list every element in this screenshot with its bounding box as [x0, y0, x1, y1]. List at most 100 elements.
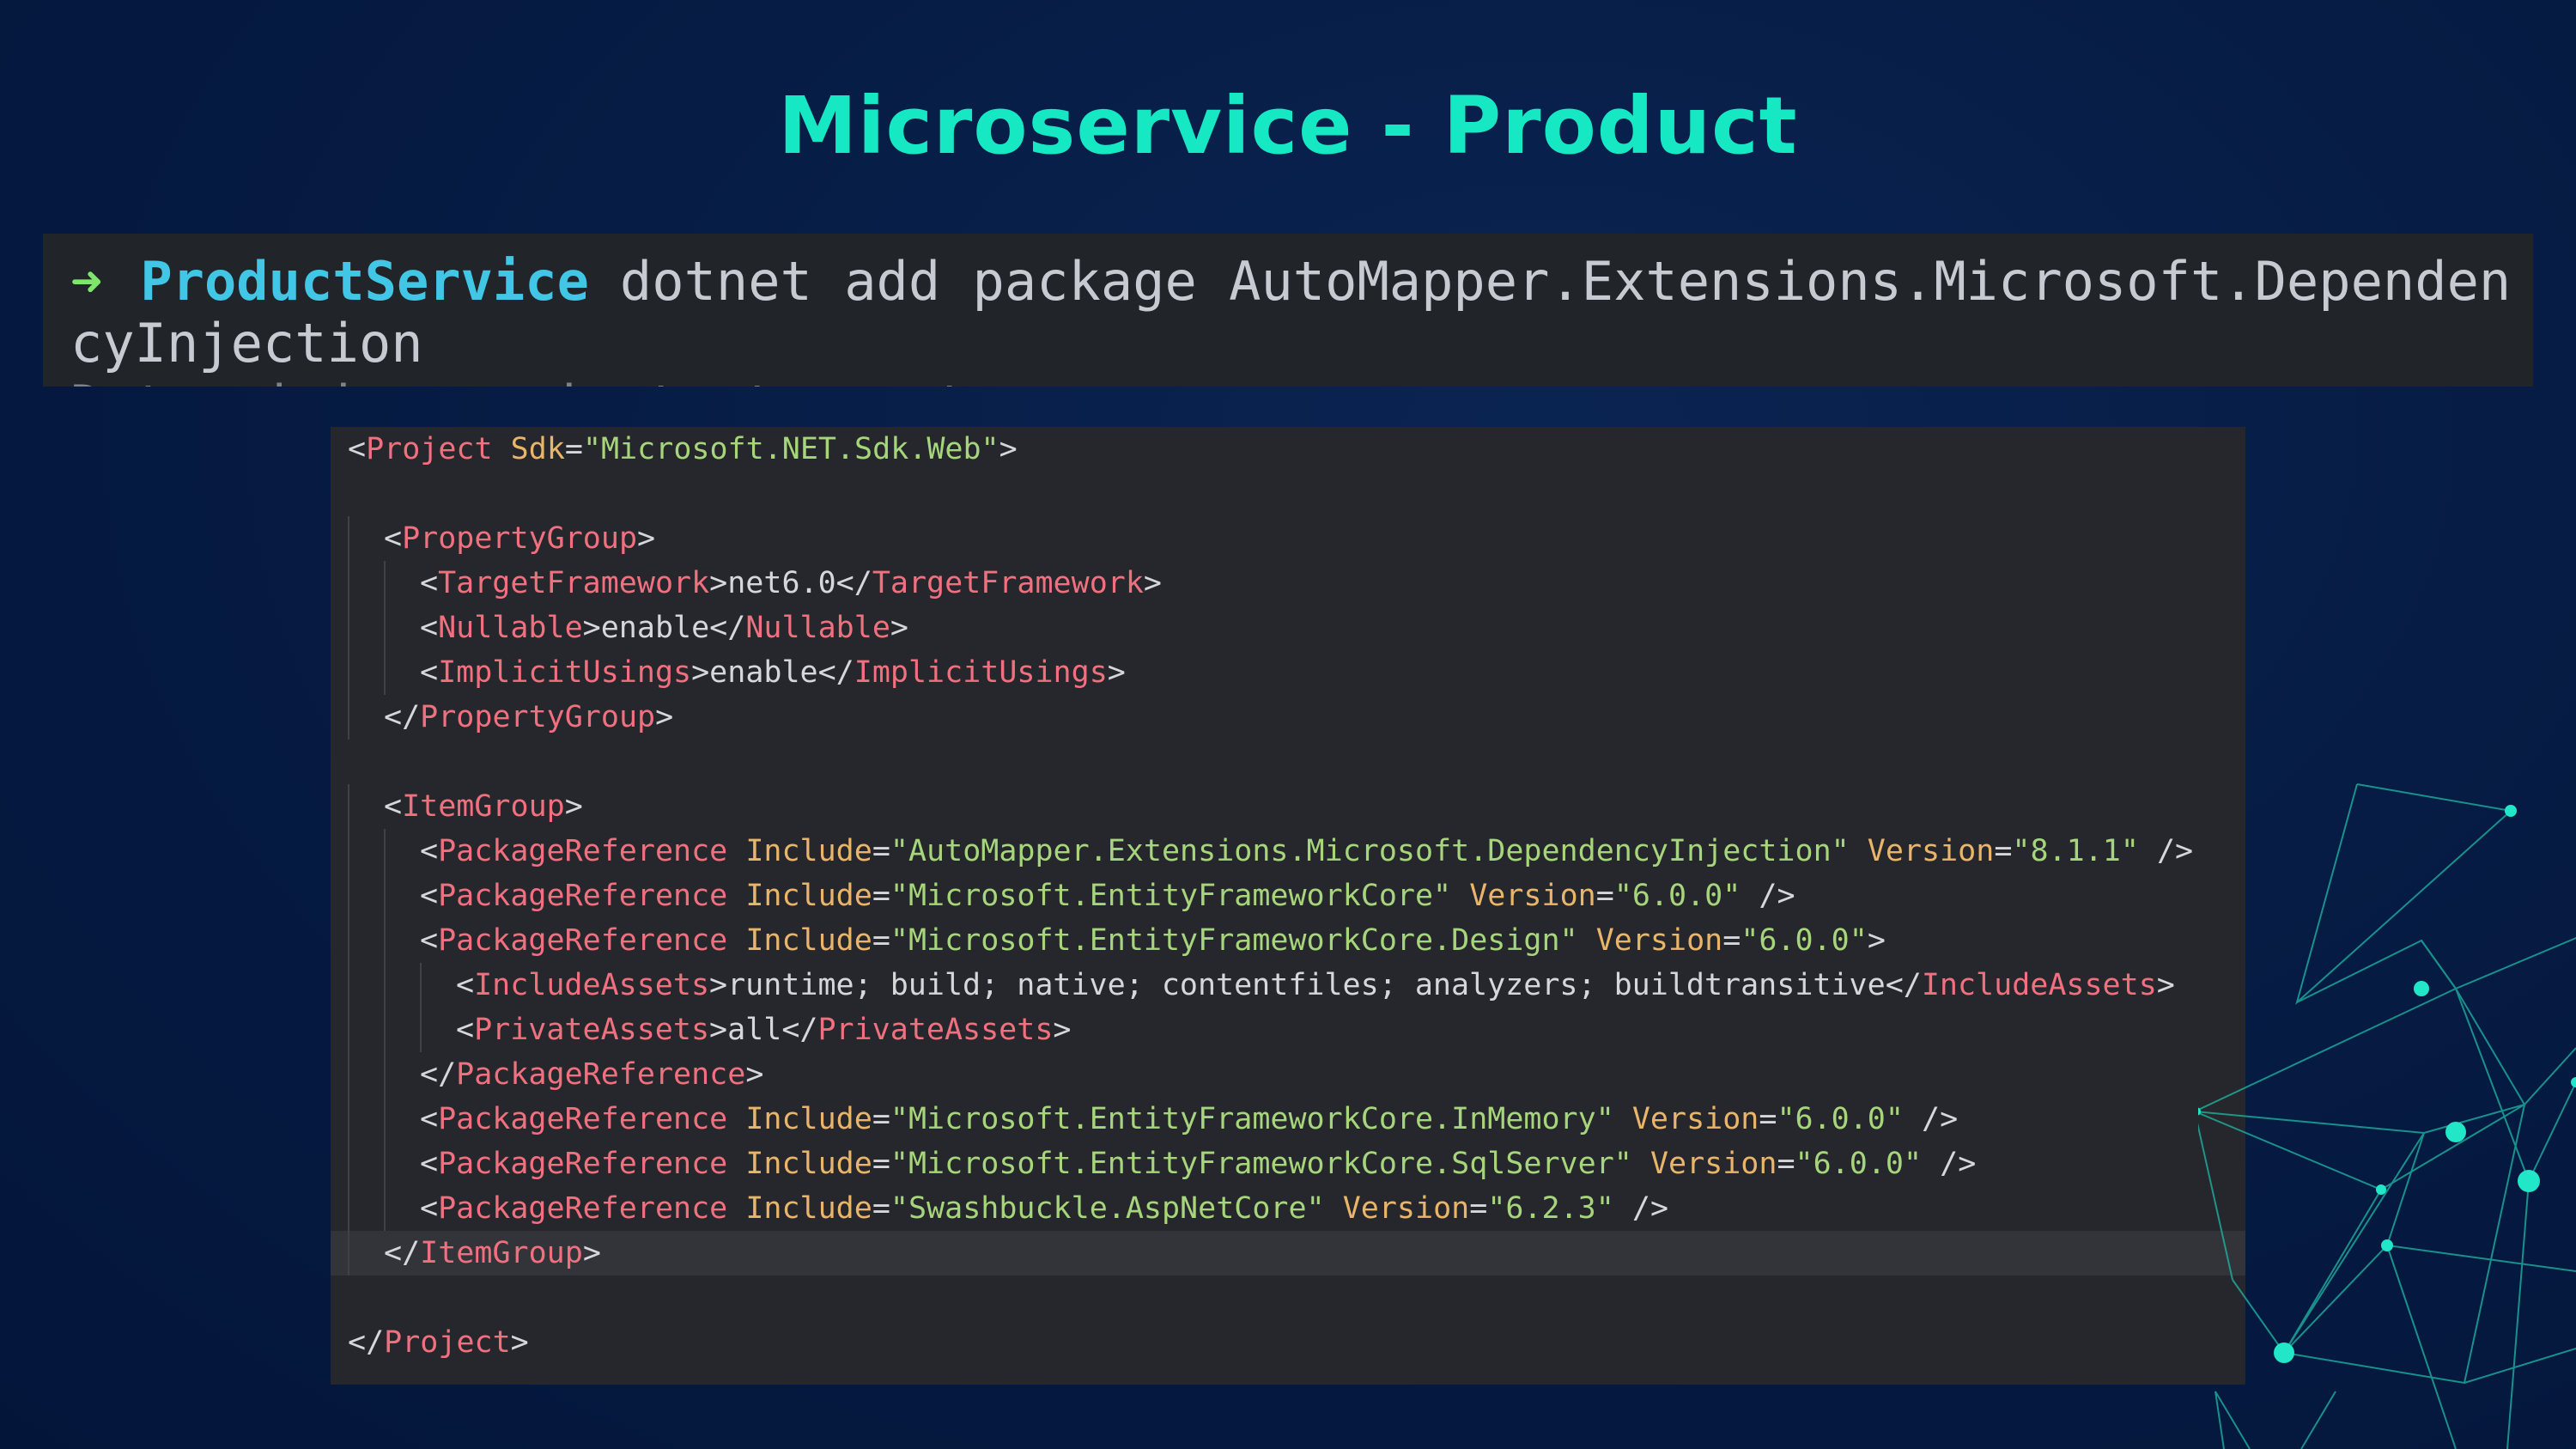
code-token-punc: </	[835, 566, 872, 600]
code-line: </Project>	[331, 1320, 2245, 1365]
code-token-punc: </	[384, 1236, 421, 1270]
code-token-punc: </	[348, 1325, 385, 1360]
code-token-punc: =	[1722, 923, 1741, 958]
code-token-punc: <	[420, 879, 439, 913]
code-token-tag: PackageReference	[438, 879, 728, 913]
code-token-punc: =	[1777, 1147, 1795, 1181]
code-line: <PackageReference Include="Microsoft.Ent…	[331, 874, 2245, 918]
code-line: <PrivateAssets>all</PrivateAssets>	[331, 1008, 2245, 1052]
code-token-punc: <	[420, 1102, 439, 1136]
code-token-punc: <	[384, 521, 403, 556]
code-token-str: "6.0.0"	[1613, 879, 1741, 913]
code-token-punc: >	[999, 432, 1018, 466]
code-token-punc	[1578, 923, 1596, 958]
terminal-command: dotnet add package AutoMapper.Extensions…	[619, 250, 2512, 313]
code-token-attr: Include	[745, 1147, 872, 1181]
code-token-str: "Microsoft.EntityFrameworkCore.Design"	[890, 923, 1578, 958]
code-token-str: "Microsoft.EntityFrameworkCore.InMemory"	[890, 1102, 1614, 1136]
code-token-punc: =	[1469, 1191, 1488, 1226]
terminal-line-cut: Determining projects to restore...	[70, 374, 2533, 387]
code-token-tag: ItemGroup	[402, 789, 565, 824]
code-token-punc: >	[709, 968, 728, 1002]
code-token-punc	[1451, 879, 1469, 913]
indent-guide	[348, 516, 349, 561]
code-token-punc	[727, 834, 745, 868]
code-token-punc	[1325, 1191, 1343, 1226]
code-token-str: "Microsoft.EntityFrameworkCore.SqlServer…	[890, 1147, 1632, 1181]
code-token-tag: PackageReference	[438, 1147, 728, 1181]
code-token-tag: PrivateAssets	[474, 1013, 710, 1047]
code-token-punc: >	[582, 1236, 601, 1270]
code-token-punc	[1614, 1102, 1632, 1136]
code-token-tag: PropertyGroup	[420, 700, 656, 734]
code-token-punc	[727, 1191, 745, 1226]
indent-guide	[384, 1052, 386, 1097]
code-token-tag: PackageReference	[438, 923, 728, 958]
code-token-str: "6.0.0"	[1777, 1102, 1904, 1136]
code-token-punc	[727, 1147, 745, 1181]
code-token-attr: Version	[1631, 1102, 1759, 1136]
code-line: <Nullable>enable</Nullable>	[331, 606, 2245, 650]
code-token-attr: Version	[1867, 834, 1995, 868]
code-line: <ImplicitUsings>enable</ImplicitUsings>	[331, 650, 2245, 695]
code-token-punc: <	[420, 834, 439, 868]
indent-guide	[348, 1186, 349, 1231]
code-token-punc: </	[817, 655, 854, 690]
code-token-txt: all	[727, 1013, 782, 1047]
code-token-punc: >	[1107, 655, 1126, 690]
code-token-punc: </	[709, 611, 746, 645]
indent-guide	[348, 606, 349, 650]
indent-guide	[348, 918, 349, 963]
code-token-punc: <	[456, 968, 475, 1002]
indent-guide	[384, 606, 386, 650]
indent-guide	[384, 829, 386, 874]
indent-guide	[384, 963, 386, 1008]
code-token-punc: =	[872, 1102, 890, 1136]
indent-guide	[384, 1008, 386, 1052]
indent-guide	[348, 874, 349, 918]
code-line: <Project Sdk="Microsoft.NET.Sdk.Web">	[331, 427, 2245, 472]
code-token-attr: Include	[745, 1191, 872, 1226]
code-token-punc: =	[872, 923, 890, 958]
code-token-attr: Version	[1595, 923, 1723, 958]
code-line: </PackageReference>	[331, 1052, 2245, 1097]
indent-guide	[348, 963, 349, 1008]
code-token-attr: Version	[1342, 1191, 1470, 1226]
code-token-punc: >	[709, 566, 728, 600]
indent-guide	[384, 1142, 386, 1186]
code-token-punc: <	[420, 655, 439, 690]
code-token-attr: Include	[745, 879, 872, 913]
code-token-tag: PackageReference	[438, 834, 728, 868]
slide-title: Microservice - Product	[778, 80, 1798, 172]
code-token-punc: =	[872, 879, 890, 913]
code-token-tag: ImplicitUsings	[854, 655, 1108, 690]
code-token-str: "Swashbuckle.AspNetCore"	[890, 1191, 1325, 1226]
code-token-tag: IncludeAssets	[474, 968, 710, 1002]
indent-guide	[384, 918, 386, 963]
code-line: <TargetFramework>net6.0</TargetFramework…	[331, 561, 2245, 606]
code-token-txt: enable	[709, 655, 818, 690]
code-token-txt: enable	[600, 611, 710, 645]
code-line: <PackageReference Include="Microsoft.Ent…	[331, 918, 2245, 963]
code-token-punc	[727, 879, 745, 913]
code-token-punc: >	[1053, 1013, 1072, 1047]
code-token-tag: PackageReference	[456, 1057, 746, 1092]
indent-guide	[348, 1231, 349, 1275]
indent-guide	[348, 695, 349, 740]
code-token-punc: />	[1903, 1102, 1959, 1136]
code-token-attr: Sdk	[510, 432, 565, 466]
code-token-punc: <	[420, 566, 439, 600]
code-token-tag: Project	[366, 432, 493, 466]
code-token-str: "8.1.1"	[2012, 834, 2139, 868]
code-token-attr: Include	[745, 834, 872, 868]
code-token-punc: >	[890, 611, 908, 645]
indent-guide	[348, 1097, 349, 1142]
code-token-punc: >	[510, 1325, 529, 1360]
code-token-str: "Microsoft.NET.Sdk.Web"	[582, 432, 999, 466]
code-token-punc: >	[709, 1013, 728, 1047]
code-token-tag: ItemGroup	[420, 1236, 583, 1270]
indent-guide	[384, 650, 386, 695]
code-token-punc: =	[564, 432, 583, 466]
code-token-punc: >	[637, 521, 656, 556]
